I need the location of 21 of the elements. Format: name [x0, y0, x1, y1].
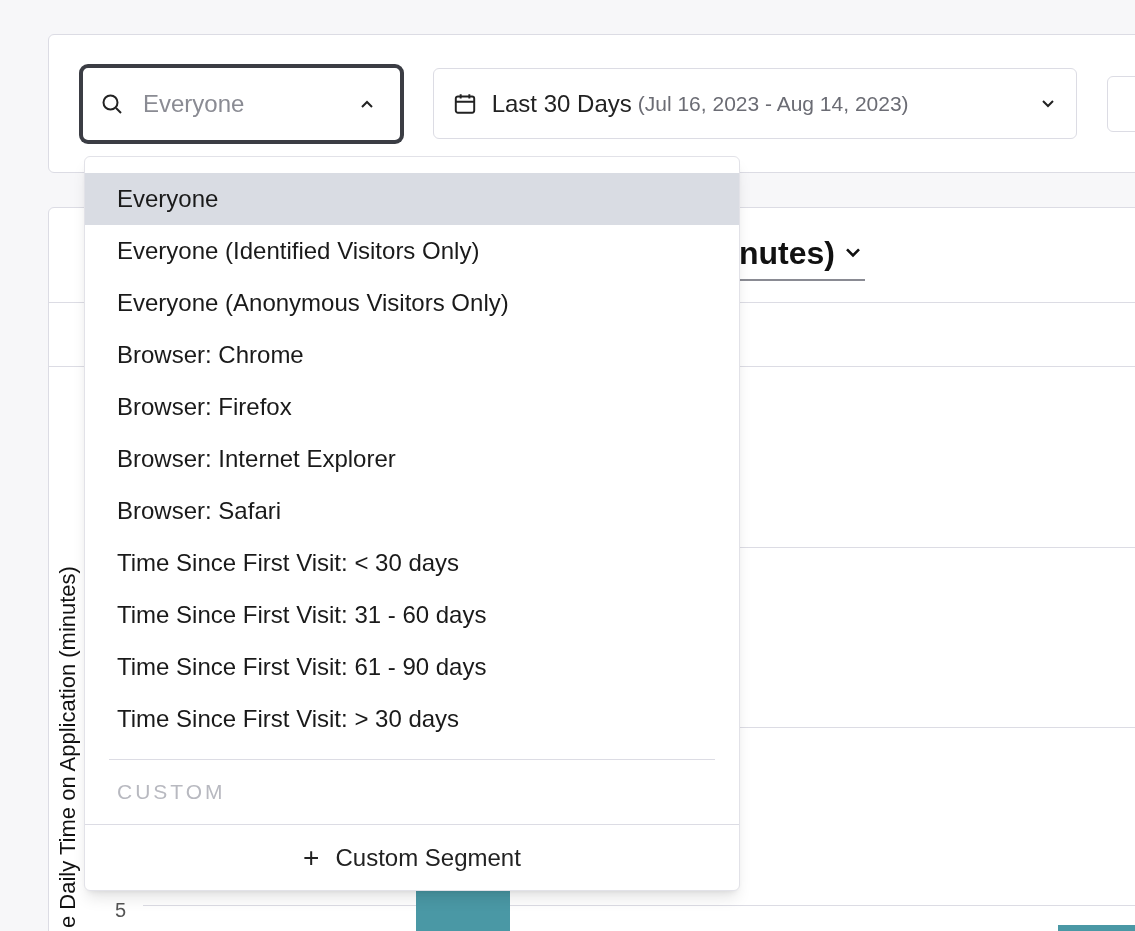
plus-icon: +	[303, 843, 320, 872]
date-range-dates: (Jul 16, 2023 - Aug 14, 2023)	[637, 90, 909, 117]
menu-item[interactable]: Everyone (Anonymous Visitors Only)	[85, 277, 739, 329]
y-axis-tick: 5	[115, 898, 127, 923]
menu-item[interactable]: Time Since First Visit: < 30 days	[85, 537, 739, 589]
date-range-dropdown[interactable]: Last 30 Days (Jul 16, 2023 - Aug 14, 2023)	[432, 68, 1078, 139]
filter-button[interactable]	[1107, 75, 1135, 132]
menu-item[interactable]: Browser: Internet Explorer	[85, 433, 739, 485]
menu-item[interactable]: Browser: Firefox	[85, 381, 739, 433]
menu-item[interactable]: Time Since First Visit: > 30 days	[85, 693, 739, 745]
section-header: CUSTOM	[116, 779, 227, 806]
menu-item[interactable]: Everyone (Identified Visitors Only)	[85, 225, 739, 277]
y-axis-label: e Daily Time on Application (minutes)	[55, 566, 81, 928]
menu-item[interactable]: Time Since First Visit: 31 - 60 days	[85, 589, 739, 641]
menu-item[interactable]: Browser: Safari	[85, 485, 739, 537]
date-range-label: Last 30 Days	[491, 88, 632, 119]
menu-item[interactable]: Browser: Chrome	[85, 329, 739, 381]
custom-segment-button[interactable]: + Custom Segment	[85, 824, 739, 890]
menu-item[interactable]: Time Since First Visit: 61 - 90 days	[85, 641, 739, 693]
menu-item[interactable]: Everyone	[85, 173, 739, 225]
segment-search-field[interactable]: Everyone	[80, 64, 403, 143]
